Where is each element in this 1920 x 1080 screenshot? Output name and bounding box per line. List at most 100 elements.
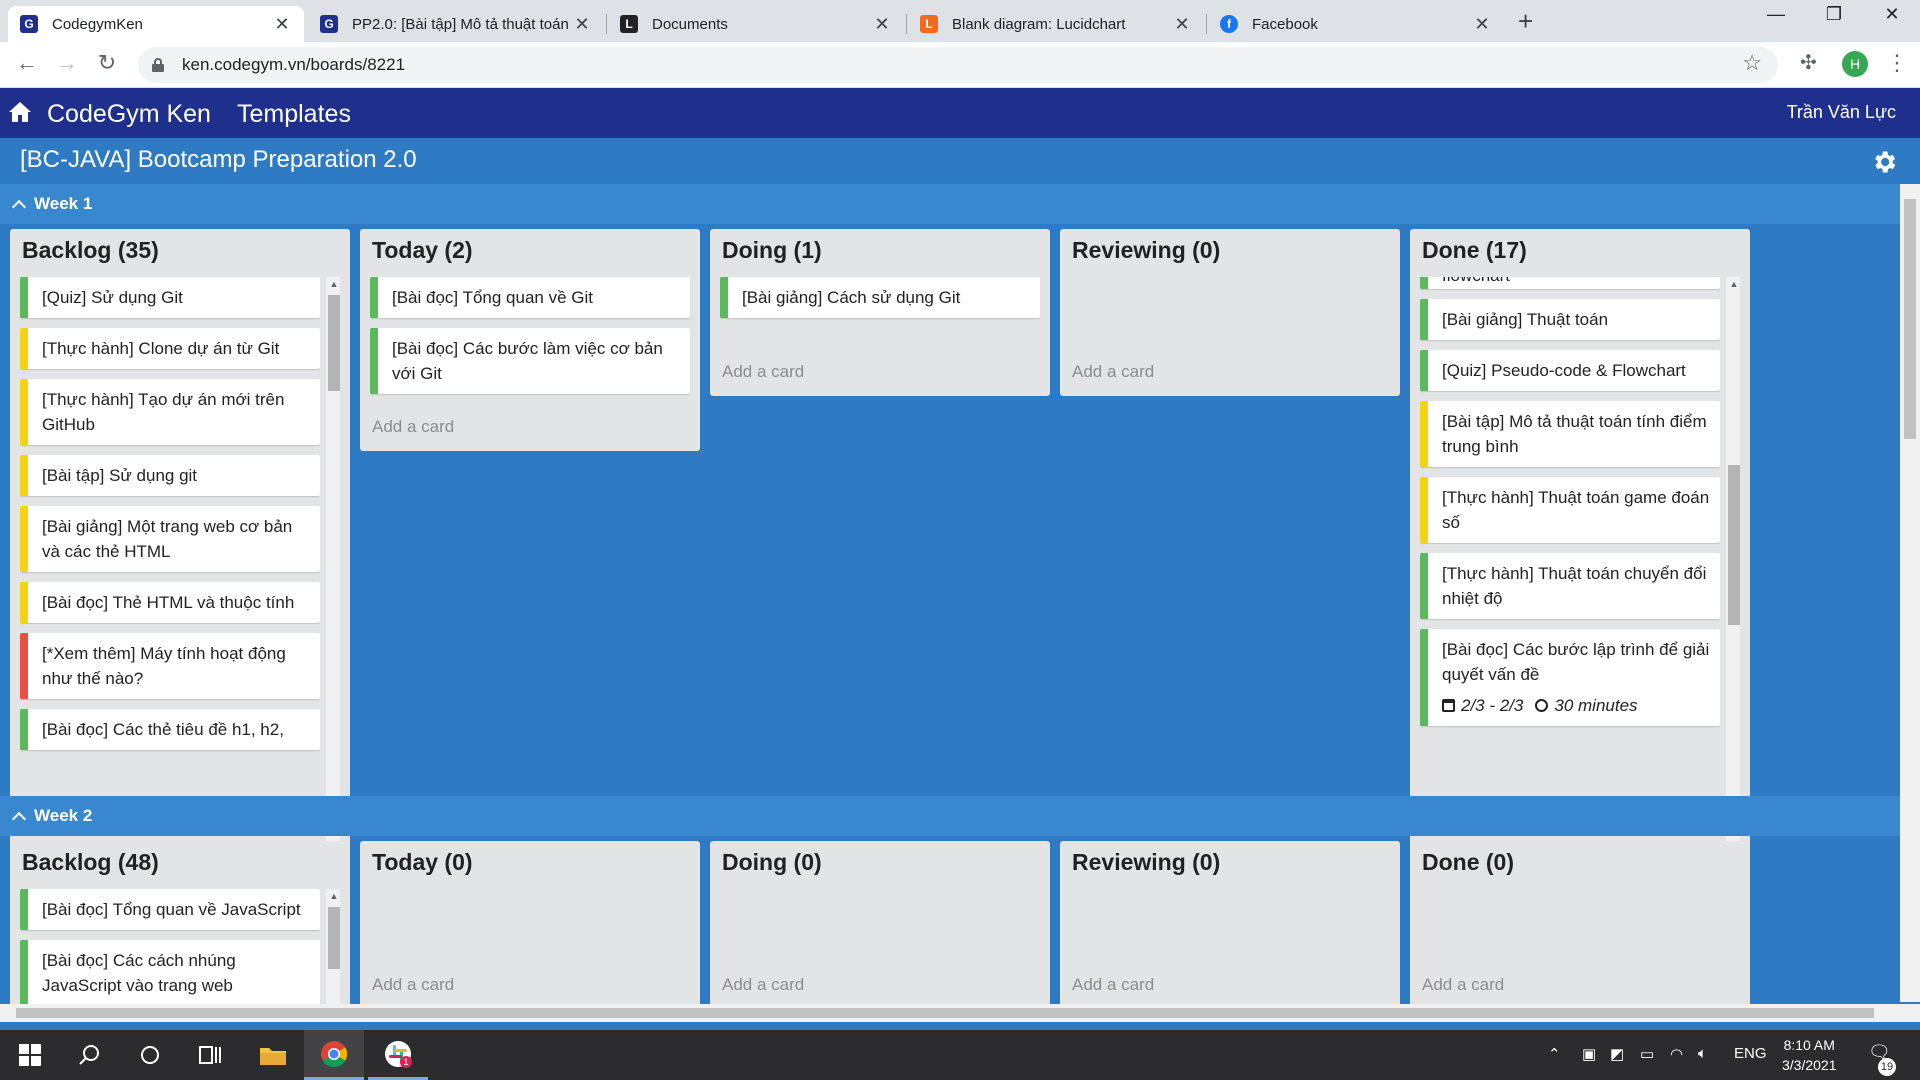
facebook-favicon-icon: f <box>1220 15 1238 33</box>
board-header: [BC-JAVA] Bootcamp Preparation 2.0 <box>0 138 1920 184</box>
add-card-button[interactable]: Add a card <box>1422 975 1504 995</box>
forward-arrow-icon[interactable]: → <box>52 50 82 76</box>
scroll-up-icon[interactable]: ▲ <box>1728 279 1740 289</box>
card[interactable]: [Bài đọc] Các thẻ tiêu đề h1, h2, <box>20 709 320 750</box>
add-card-button[interactable]: Add a card <box>372 975 454 995</box>
add-card-button[interactable]: Add a card <box>1072 362 1154 382</box>
show-hidden-icons-icon[interactable]: ⌃ <box>1548 1045 1561 1063</box>
card[interactable]: [Bài giảng] Một trang web cơ bản và các … <box>20 506 320 572</box>
windows-taskbar: 1 ⌃ ▣ ◩ ▭ ◠ 🔈︎ ENG 8:10 AM 3/3/2021 🗨︎ 1… <box>0 1030 1920 1080</box>
card[interactable]: [Bài đọc] Thẻ HTML và thuộc tính <box>20 582 320 623</box>
scroll-thumb[interactable] <box>328 907 340 969</box>
chrome-icon[interactable] <box>304 1030 364 1080</box>
language-indicator[interactable]: ENG <box>1734 1045 1767 1062</box>
card[interactable]: [Bài tập] Sử dụng git <box>20 455 320 496</box>
task-view-icon[interactable] <box>180 1030 240 1080</box>
maximize-icon[interactable]: ❐ <box>1814 4 1854 25</box>
back-arrow-icon[interactable]: ← <box>12 50 42 76</box>
file-explorer-icon[interactable] <box>243 1030 303 1080</box>
templates-link[interactable]: Templates <box>237 100 351 129</box>
card[interactable]: [Bài đọc] Các cách nhúng JavaScript vào … <box>20 940 320 1004</box>
card[interactable]: [Quiz] Sử dụng Git <box>20 277 320 318</box>
meet-now-icon[interactable]: ▣ <box>1582 1045 1596 1063</box>
taskbar-clock[interactable]: 8:10 AM 3/3/2021 <box>1782 1035 1837 1075</box>
browser-tab-documents[interactable]: L Documents ✕ <box>608 6 904 42</box>
card-meta: 2/3 - 2/3 30 minutes <box>1442 693 1710 718</box>
card-title: flowchart <box>1442 277 1510 285</box>
card[interactable]: [Bài đọc] Tổng quan về JavaScript <box>20 889 320 930</box>
card[interactable]: [Thực hành] Clone dự án từ Git <box>20 328 320 369</box>
add-card-button[interactable]: Add a card <box>722 362 804 382</box>
browser-tab-codegymken[interactable]: G CodegymKen ✕ <box>8 6 304 42</box>
gear-icon[interactable] <box>1870 148 1898 176</box>
clock-icon <box>1535 699 1549 712</box>
card[interactable]: [Thực hành] Thuật toán chuyển đổi nhiệt … <box>1420 553 1720 619</box>
scroll-up-icon[interactable]: ▲ <box>328 279 340 289</box>
week-2-header[interactable]: Week 2 <box>0 796 1900 836</box>
add-card-button[interactable]: Add a card <box>722 975 804 995</box>
browser-tab-pp2[interactable]: G PP2.0: [Bài tập] Mô tả thuật toán ✕ <box>308 6 604 42</box>
card[interactable]: [Bài giảng] Cách sử dụng Git <box>720 277 1040 318</box>
chevron-up-icon[interactable] <box>11 199 27 215</box>
card[interactable]: [Bài tập] Mô tả thuật toán tính điểm tru… <box>1420 401 1720 467</box>
slack-icon[interactable]: 1 <box>368 1030 428 1080</box>
new-tab-icon[interactable]: + <box>1518 8 1533 34</box>
chevron-up-icon[interactable] <box>11 811 27 827</box>
week-1-header[interactable]: Week 1 <box>0 184 1900 224</box>
page-scroll-thumb[interactable] <box>1904 199 1916 439</box>
close-tab-icon[interactable]: ✕ <box>872 14 892 35</box>
user-name[interactable]: Trần Văn Lực <box>1787 102 1896 123</box>
add-card-button[interactable]: Add a card <box>372 417 454 437</box>
card[interactable]: [Thực hành] Thuật toán game đoán số <box>1420 477 1720 543</box>
scroll-thumb[interactable] <box>328 295 340 391</box>
wifi-icon[interactable]: ◠ <box>1670 1045 1683 1063</box>
browser-tab-lucidchart[interactable]: L Blank diagram: Lucidchart ✕ <box>908 6 1204 42</box>
close-tab-icon[interactable]: ✕ <box>272 14 292 35</box>
card[interactable]: [*Xem thêm] Máy tính hoạt động như thế n… <box>20 633 320 699</box>
lock-icon[interactable] <box>152 58 164 72</box>
close-tab-icon[interactable]: ✕ <box>1472 14 1492 35</box>
card-title: [Bài đọc] Các bước lập trình để giải quy… <box>1442 640 1710 684</box>
page-vertical-scrollbar[interactable] <box>1900 184 1920 1002</box>
page-horizontal-scrollbar[interactable] <box>0 1004 1920 1022</box>
brand-link[interactable]: CodeGym Ken <box>47 100 211 129</box>
close-tab-icon[interactable]: ✕ <box>1172 14 1192 35</box>
tab-separator <box>906 14 907 34</box>
battery-icon[interactable]: ▭ <box>1640 1045 1654 1063</box>
list-title: Reviewing (0) <box>1072 849 1221 875</box>
url-text[interactable]: ken.codegym.vn/boards/8221 <box>182 55 405 75</box>
volume-icon[interactable]: 🔈︎ <box>1698 1045 1707 1062</box>
card[interactable]: [Quiz] Pseudo-code & Flowchart <box>1420 350 1720 391</box>
clock-time: 8:10 AM <box>1783 1037 1835 1053</box>
search-icon[interactable] <box>60 1030 120 1080</box>
card[interactable]: [Bài giảng] Thuật toán <box>1420 299 1720 340</box>
browser-tab-facebook[interactable]: f Facebook ✕ <box>1208 6 1504 42</box>
card[interactable]: [Thực hành] Tạo dự án mới trên GitHub <box>20 379 320 445</box>
scroll-thumb[interactable] <box>1728 465 1740 625</box>
profile-avatar[interactable]: H <box>1842 51 1868 77</box>
page-hscroll-thumb[interactable] <box>16 1008 1874 1018</box>
windows-start-icon[interactable] <box>0 1030 60 1080</box>
close-tab-icon[interactable]: ✕ <box>572 14 592 35</box>
minimize-icon[interactable]: — <box>1756 4 1796 25</box>
home-icon[interactable] <box>8 100 32 124</box>
scroll-up-icon[interactable]: ▲ <box>328 891 340 901</box>
card[interactable]: flowchart <box>1420 277 1720 289</box>
bookmark-star-icon[interactable]: ☆ <box>1742 50 1762 76</box>
list-week2-doing: Doing (0) Add a card <box>710 841 1050 1004</box>
browser-menu-icon[interactable]: ⋮ <box>1886 50 1908 76</box>
reload-icon[interactable]: ↻ <box>92 50 122 76</box>
window-close-icon[interactable]: ✕ <box>1872 4 1912 25</box>
list-scrollbar[interactable]: ▲ <box>326 889 340 1004</box>
tab-title: Blank diagram: Lucidchart <box>952 15 1126 33</box>
card[interactable]: [Bài đọc] Các bước lập trình để giải quy… <box>1420 629 1720 726</box>
tray-app-icon[interactable]: ◩ <box>1610 1045 1624 1063</box>
list-title: Reviewing (0) <box>1072 237 1221 263</box>
extensions-puzzle-icon[interactable]: ✣ <box>1800 50 1817 75</box>
address-bar[interactable]: ken.codegym.vn/boards/8221 ☆ <box>138 47 1778 83</box>
cortana-icon[interactable] <box>120 1030 180 1080</box>
card-title: [Bài giảng] Cách sử dụng Git <box>742 288 961 307</box>
add-card-button[interactable]: Add a card <box>1072 975 1154 995</box>
card[interactable]: [Bài đọc] Các bước làm việc cơ bản với G… <box>370 328 690 394</box>
card[interactable]: [Bài đọc] Tổng quan về Git <box>370 277 690 318</box>
